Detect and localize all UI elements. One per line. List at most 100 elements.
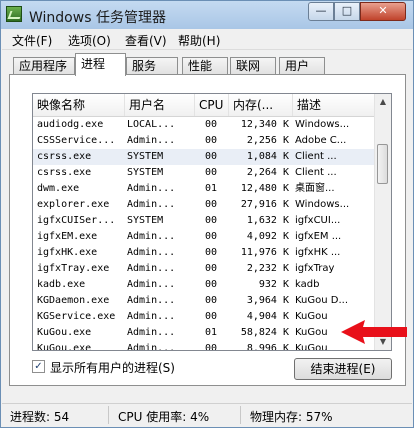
process-memory: 12,480 K [240, 183, 289, 194]
process-cpu: 00 [204, 247, 218, 258]
process-user: Admin... [127, 343, 176, 351]
title-bar[interactable]: Windows 任务管理器 — □ ✕ [1, 1, 413, 29]
process-description: igfxCUI... [295, 215, 341, 226]
scroll-up-arrow-icon[interactable]: ▲ [376, 94, 390, 110]
process-description: Windows... [295, 199, 350, 210]
process-name: KGService.exe [37, 311, 116, 322]
status-physical-memory: 物理内存: 57% [250, 410, 333, 424]
tab-networking[interactable]: 联网 [230, 57, 276, 75]
process-memory: 1,084 K [246, 151, 289, 162]
process-row[interactable]: KuGou.exe Admin... 01 58,824 K KuGou [33, 325, 376, 341]
tab-services[interactable]: 服务 [126, 57, 178, 75]
list-header: 映像名称 用户名 CPU 内存(... 描述 [33, 94, 376, 117]
process-description: kadb [295, 279, 320, 290]
process-name: igfxHK.exe [37, 247, 98, 258]
process-memory: 4,092 K [246, 231, 289, 242]
process-row[interactable]: igfxHK.exe Admin... 00 11,976 K igfxHK ... [33, 245, 376, 261]
process-row[interactable]: dwm.exe Admin... 01 12,480 K 桌面窗... [33, 181, 376, 197]
process-user: SYSTEM [127, 167, 164, 178]
process-memory: 27,916 K [240, 199, 289, 210]
process-cpu: 01 [204, 327, 218, 338]
process-rows: audiodg.exe LOCAL... 00 12,340 K Windows... C… [33, 117, 376, 351]
menu-options[interactable]: 选项(O) [68, 32, 111, 49]
process-user: Admin... [127, 327, 176, 338]
vertical-scrollbar[interactable]: ▲ ▼ [374, 94, 391, 350]
maximize-button[interactable]: □ [334, 2, 360, 21]
process-row[interactable]: CSSService... Admin... 00 2,256 K Adobe C... [33, 133, 376, 149]
process-description: Client ... [295, 151, 337, 162]
minimize-button[interactable]: — [308, 2, 334, 21]
column-description[interactable]: 描述 [293, 94, 376, 116]
process-row[interactable]: explorer.exe Admin... 00 27,916 K Windows... [33, 197, 376, 213]
tab-performance[interactable]: 性能 [182, 57, 228, 75]
process-name: CSSService... [37, 135, 116, 146]
process-row[interactable]: igfxEM.exe Admin... 00 4,092 K igfxEM ... [33, 229, 376, 245]
process-user: Admin... [127, 231, 176, 242]
process-name: KuGou.exe [37, 327, 92, 338]
process-user: Admin... [127, 311, 176, 322]
process-user: Admin... [127, 247, 176, 258]
process-row[interactable]: igfxTray.exe Admin... 00 2,232 K igfxTray [33, 261, 376, 277]
process-row[interactable]: igfxCUISer... SYSTEM 00 1,632 K igfxCUI... [33, 213, 376, 229]
process-cpu: 00 [204, 295, 218, 306]
scrollbar-thumb[interactable] [377, 144, 388, 184]
process-row[interactable]: kadb.exe Admin... 00 932 K kadb [33, 277, 376, 293]
process-memory: 2,256 K [246, 135, 289, 146]
column-image-name[interactable]: 映像名称 [33, 94, 125, 116]
process-memory: 11,976 K [240, 247, 289, 258]
process-user: Admin... [127, 295, 176, 306]
status-divider [108, 406, 109, 424]
process-row[interactable]: csrss.exe SYSTEM 00 2,264 K Client ... [33, 165, 376, 181]
process-memory: 12,340 K [240, 119, 289, 130]
process-cpu: 00 [204, 215, 218, 226]
process-name: KGDaemon.exe [37, 295, 110, 306]
process-user: Admin... [127, 279, 176, 290]
process-cpu: 00 [204, 119, 218, 130]
process-row[interactable]: KGService.exe Admin... 00 4,904 K KuGou [33, 309, 376, 325]
process-name: igfxCUISer... [37, 215, 116, 226]
tab-applications[interactable]: 应用程序 [13, 57, 75, 75]
tab-users[interactable]: 用户 [279, 57, 325, 75]
process-memory: 4,904 K [246, 311, 289, 322]
process-memory: 1,632 K [246, 215, 289, 226]
process-list[interactable]: 映像名称 用户名 CPU 内存(... 描述 audiodg.exe LOCAL.… [32, 93, 392, 351]
tab-processes[interactable]: 进程 [75, 53, 126, 76]
status-cpu-usage: CPU 使用率: 4% [118, 410, 210, 424]
process-memory: 58,824 K [240, 327, 289, 338]
process-name: csrss.exe [37, 151, 92, 162]
red-arrow-icon [341, 320, 407, 344]
process-memory: 2,232 K [246, 263, 289, 274]
column-cpu[interactable]: CPU [195, 94, 229, 116]
close-button[interactable]: ✕ [360, 2, 406, 21]
process-row[interactable]: KGDaemon.exe Admin... 00 3,964 K KuGou D... [33, 293, 376, 309]
process-description: KuGou D... [295, 295, 349, 306]
process-cpu: 00 [204, 231, 218, 242]
show-all-users-checkbox[interactable]: ✓ [32, 360, 45, 373]
process-description: Client ... [295, 167, 337, 178]
process-row[interactable]: audiodg.exe LOCAL... 00 12,340 K Windows... [33, 117, 376, 133]
column-user-name[interactable]: 用户名 [125, 94, 195, 116]
menu-help[interactable]: 帮助(H) [178, 32, 220, 49]
process-user: LOCAL... [127, 119, 176, 130]
process-description: Adobe C... [295, 135, 347, 146]
column-memory[interactable]: 内存(... [229, 94, 293, 116]
process-memory: 932 K [258, 279, 289, 290]
process-user: SYSTEM [127, 151, 164, 162]
end-process-button[interactable]: 结束进程(E) [294, 358, 392, 380]
process-row[interactable]: KuGou.exe Admin... 00 8,996 K KuGou [33, 341, 376, 351]
window-title: Windows 任务管理器 [29, 10, 166, 26]
tab-strip: 应用程序 进程 服务 性能 联网 用户 [9, 53, 405, 76]
process-user: Admin... [127, 135, 176, 146]
process-cpu: 00 [204, 151, 218, 162]
process-user: SYSTEM [127, 215, 164, 226]
menu-file[interactable]: 文件(F) [12, 32, 52, 49]
process-cpu: 00 [204, 279, 218, 290]
show-all-users-label[interactable]: 显示所有用户的进程(S) [50, 359, 175, 376]
menu-view[interactable]: 查看(V) [125, 32, 167, 49]
process-row[interactable]: csrss.exe SYSTEM 00 1,084 K Client ... [33, 149, 376, 165]
process-memory: 8,996 K [246, 343, 289, 351]
process-description: 桌面窗... [295, 183, 335, 194]
process-name: igfxTray.exe [37, 263, 110, 274]
process-name: dwm.exe [37, 183, 80, 194]
status-process-count: 进程数: 54 [10, 410, 70, 424]
